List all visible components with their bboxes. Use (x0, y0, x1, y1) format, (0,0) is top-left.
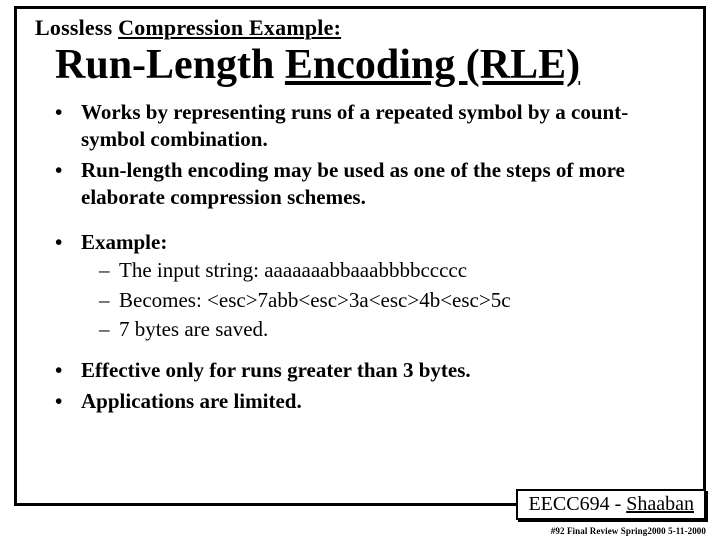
title-underlined: Encoding (RLE) (285, 42, 580, 88)
title-plain: Run-Length (55, 42, 285, 88)
bullet-item: Works by representing runs of a repeated… (55, 99, 685, 153)
bullet-list: Effective only for runs greater than 3 b… (55, 357, 685, 415)
slide-frame: Lossless Compression Example: Run-Length… (14, 6, 706, 506)
footer-author: Shaaban (626, 493, 694, 515)
bullet-item-example: Example: The input string: aaaaaaabbaaab… (55, 229, 685, 344)
bullet-text: Applications are limited. (81, 389, 302, 413)
bullet-text: Example: (81, 230, 167, 254)
bullet-text: Effective only for runs greater than 3 b… (81, 358, 471, 382)
sub-bullet-text: 7 bytes are saved. (119, 317, 268, 341)
bullet-text: Works by representing runs of a repeated… (81, 100, 628, 151)
footer-note: #92 Final Review Spring2000 5-11-2000 (551, 526, 706, 536)
bullet-item: Run-length encoding may be used as one o… (55, 157, 685, 211)
sub-bullet-item: The input string: aaaaaaabbaaabbbbccccc (99, 257, 685, 284)
slide-supertitle: Lossless Compression Example: (35, 15, 685, 41)
supertitle-underlined: Compression Example: (118, 15, 341, 40)
bullet-item: Effective only for runs greater than 3 b… (55, 357, 685, 384)
bullet-list: Works by representing runs of a repeated… (55, 99, 685, 211)
sub-bullet-item: 7 bytes are saved. (99, 316, 685, 343)
sub-bullet-item: Becomes: <esc>7abb<esc>3a<esc>4b<esc>5c (99, 287, 685, 314)
spacer (35, 215, 685, 229)
bullet-item: Applications are limited. (55, 388, 685, 415)
footer-course: EECC694 - (528, 493, 626, 515)
bullet-list: Example: The input string: aaaaaaabbaaab… (55, 229, 685, 344)
slide: Lossless Compression Example: Run-Length… (0, 0, 720, 540)
footer-box: EECC694 - Shaaban (516, 489, 706, 520)
slide-title: Run-Length Encoding (RLE) (55, 43, 685, 87)
sub-bullet-text: The input string: aaaaaaabbaaabbbbccccc (119, 258, 467, 282)
spacer (35, 347, 685, 357)
supertitle-plain: Lossless (35, 15, 118, 40)
sub-bullet-list: The input string: aaaaaaabbaaabbbbccccc … (99, 257, 685, 343)
bullet-text: Run-length encoding may be used as one o… (81, 158, 625, 209)
sub-bullet-text: Becomes: <esc>7abb<esc>3a<esc>4b<esc>5c (119, 288, 511, 312)
